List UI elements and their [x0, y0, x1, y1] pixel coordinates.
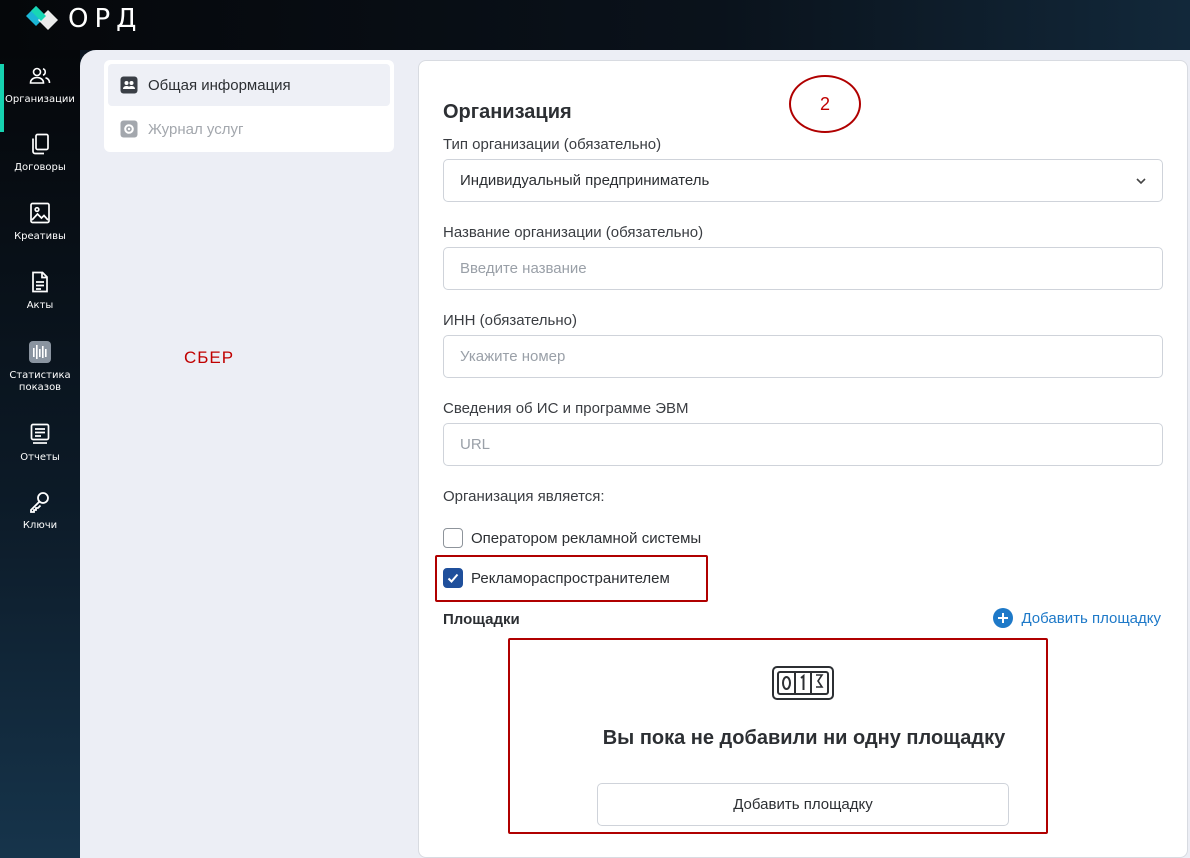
role-label: Организация является: [443, 488, 605, 505]
checkbox[interactable] [443, 528, 463, 548]
inn-input[interactable]: Укажите номер [443, 335, 1163, 378]
sidebar-item-creatives[interactable]: Креативы [0, 201, 80, 267]
sidebar-item-label: Договоры [14, 162, 66, 173]
menu-item-services-journal[interactable]: Журнал услуг [108, 108, 390, 150]
org-type-select[interactable]: Индивидуальный предприниматель [443, 159, 1163, 202]
annotation-step-number: 2 [819, 93, 830, 114]
users-icon [29, 67, 51, 84]
sidebar: Организации Договоры Креативы Акты Стати… [0, 50, 80, 858]
sidebar-item-label: Ключи [22, 520, 58, 531]
section-menu: Общая информация Журнал услуг [104, 60, 394, 152]
plus-circle-icon [993, 608, 1014, 628]
sidebar-item-contracts[interactable]: Договоры [0, 132, 80, 198]
menu-item-label: Общая информация [148, 76, 291, 94]
checkbox-label: Оператором рекламной системы [471, 529, 702, 547]
org-type-value: Индивидуальный предприниматель [460, 172, 710, 189]
sidebar-item-label: Креативы [14, 231, 66, 242]
logo-text: ОРД [68, 4, 143, 34]
form-title: Организация [443, 101, 572, 123]
org-name-placeholder: Введите название [460, 260, 587, 277]
is-info-label: Сведения об ИС и программе ЭВМ [443, 400, 689, 417]
sidebar-item-keys[interactable]: Ключи [0, 490, 80, 556]
add-platform-button-label: Добавить площадку [733, 796, 873, 813]
menu-item-general-info[interactable]: Общая информация [108, 64, 390, 106]
sidebar-item-label: Акты [26, 300, 54, 311]
sidebar-item-label: Организации [5, 94, 75, 105]
key-icon [30, 492, 49, 513]
image-icon [30, 202, 50, 224]
inn-label: ИНН (обязательно) [443, 312, 577, 329]
sidebar-item-acts[interactable]: Акты [0, 270, 80, 336]
gear-icon [120, 120, 138, 138]
annotation-sber: СБЕР [184, 348, 235, 367]
menu-item-label: Журнал услуг [148, 120, 244, 138]
add-platform-link-label: Добавить площадку [1021, 609, 1161, 627]
report-icon [30, 423, 50, 444]
is-info-input[interactable]: URL [443, 423, 1163, 466]
sidebar-item-organizations[interactable]: Организации [0, 64, 80, 132]
add-platform-link[interactable]: Добавить площадку [993, 608, 1161, 628]
top-bar: ОРД [0, 0, 1190, 50]
empty-state-text: Вы пока не добавили ни одну площадку [419, 727, 1189, 750]
role-ad-system-operator[interactable]: Оператором рекламной системы [443, 527, 701, 549]
file-text-icon [32, 271, 48, 293]
sidebar-item-label: Статистика показов [9, 370, 71, 393]
organization-form: Организация 2 Тип организации (обязатель… [418, 60, 1188, 858]
main-content: Общая информация Журнал услуг СБЕР Орган… [80, 50, 1190, 858]
logo[interactable]: ОРД [22, 2, 142, 36]
users-card-icon [120, 76, 138, 94]
org-type-label: Тип организации (обязательно) [443, 136, 662, 153]
add-platform-button[interactable]: Добавить площадку [597, 783, 1009, 826]
annotation-highlight-checkbox [435, 555, 708, 602]
sidebar-item-label: Отчеты [20, 452, 60, 463]
statistics-icon [29, 341, 51, 363]
sidebar-item-statistics[interactable]: Статистика показов [0, 340, 80, 406]
counter-icon [772, 666, 834, 700]
logo-mark-icon [22, 2, 64, 36]
documents-icon [32, 133, 49, 155]
org-name-input[interactable]: Введите название [443, 247, 1163, 290]
is-info-placeholder: URL [460, 436, 491, 453]
chevron-down-icon [1136, 178, 1146, 185]
sidebar-item-reports[interactable]: Отчеты [0, 422, 80, 488]
inn-placeholder: Укажите номер [460, 348, 566, 365]
org-name-label: Название организации (обязательно) [443, 224, 704, 241]
empty-state-message: Вы пока не добавили ни одну площадку [602, 727, 1006, 749]
annotation-step-circle: 2 [789, 75, 861, 133]
platforms-title: Площадки [443, 611, 520, 628]
